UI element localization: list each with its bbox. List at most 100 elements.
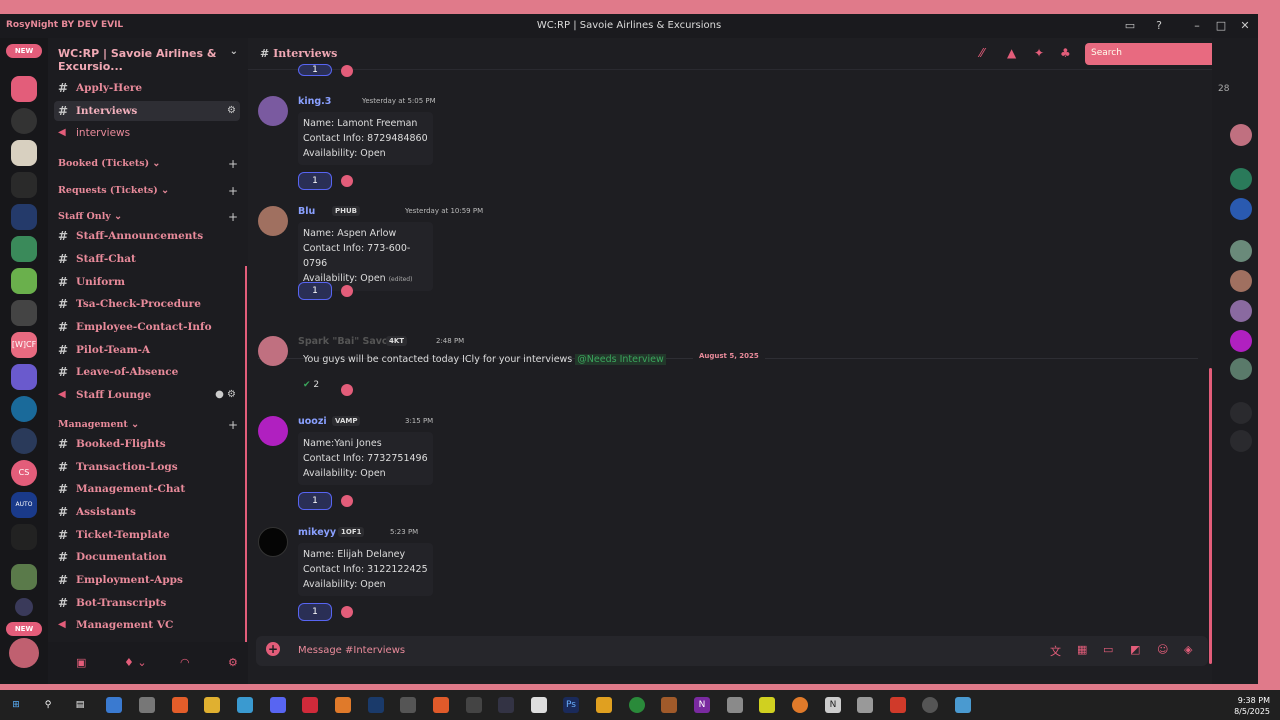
create-channel-icon[interactable]: +	[228, 417, 238, 433]
reaction-badge[interactable]: 1	[298, 64, 332, 76]
channel-assistants[interactable]: # Assistants	[54, 502, 240, 522]
guild-header[interactable]: WC:RP | Savoie Airlines & Excursio... ⌄	[48, 38, 248, 73]
server-icon-auto[interactable]: AUTO	[11, 492, 37, 518]
emoji-icon[interactable]: ☺	[1157, 643, 1168, 656]
server-icon[interactable]	[11, 524, 37, 550]
gift-icon[interactable]: ▦	[1077, 643, 1087, 656]
windows-start-icon[interactable]: ⊞	[8, 697, 24, 713]
reaction-badge[interactable]: 1	[298, 492, 332, 510]
emoji-reaction-icon[interactable]	[341, 175, 353, 187]
channel-bot-transcripts[interactable]: # Bot-Transcripts	[54, 593, 240, 613]
member-avatar[interactable]	[1230, 330, 1252, 352]
emoji-reaction-icon[interactable]	[341, 606, 353, 618]
username[interactable]: mikeyy	[298, 527, 336, 538]
server-icon[interactable]	[11, 364, 37, 390]
app-icon[interactable]	[955, 697, 971, 713]
channel-interviews[interactable]: # Interviews ⚙	[54, 101, 240, 121]
member-avatar[interactable]	[1230, 300, 1252, 322]
user-avatar[interactable]	[9, 638, 39, 668]
create-channel-icon[interactable]: +	[228, 156, 238, 172]
gif-icon[interactable]: ▭	[1103, 643, 1113, 656]
server-icon[interactable]	[11, 396, 37, 422]
inbox-icon[interactable]: ▭	[1122, 18, 1138, 34]
app-icon[interactable]	[335, 697, 351, 713]
app-icon[interactable]	[759, 697, 775, 713]
minimize-button[interactable]: –	[1189, 18, 1205, 34]
photoshop-icon[interactable]: Ps	[563, 697, 579, 713]
server-icon[interactable]	[11, 140, 37, 166]
member-avatar[interactable]	[1230, 198, 1252, 220]
headphones-icon[interactable]: ◠	[180, 656, 190, 669]
member-avatar[interactable]	[1230, 430, 1252, 452]
create-channel-icon[interactable]: +	[228, 209, 238, 225]
bell-icon[interactable]: ▲	[1007, 46, 1016, 60]
channel-ticket-template[interactable]: # Ticket-Template	[54, 525, 240, 545]
sidebar-scrollbar[interactable]	[245, 266, 247, 676]
channel-tsa-check-procedure[interactable]: # Tsa-Check-Procedure	[54, 294, 240, 314]
username[interactable]: Blu	[298, 206, 315, 217]
server-folder[interactable]	[11, 564, 37, 590]
app-icon[interactable]	[596, 697, 612, 713]
channel-settings-icon[interactable]: ⚙	[227, 101, 236, 121]
help-icon[interactable]: ?	[1151, 18, 1167, 34]
category-management[interactable]: Management ⌄ +	[58, 417, 242, 433]
avatar[interactable]	[258, 206, 288, 236]
server-icon[interactable]	[11, 236, 37, 262]
app-icon[interactable]	[922, 697, 938, 713]
emoji-reaction-icon[interactable]	[341, 384, 353, 396]
channel-uniform[interactable]: # Uniform	[54, 272, 240, 292]
server-icon[interactable]	[11, 300, 37, 326]
reaction-badge[interactable]: ✔ 2	[303, 380, 333, 396]
app-icon[interactable]	[857, 697, 873, 713]
member-avatar[interactable]	[1230, 168, 1252, 190]
category-staff-only[interactable]: Staff Only ⌄ +	[58, 209, 242, 225]
apps-icon[interactable]: ◈	[1184, 643, 1192, 656]
avatar[interactable]	[258, 96, 288, 126]
maximize-button[interactable]: □	[1213, 18, 1229, 34]
app-icon[interactable]	[661, 697, 677, 713]
avatar[interactable]	[258, 336, 288, 366]
reaction-badge[interactable]: 1	[298, 172, 332, 190]
category-booked-tickets[interactable]: Booked (Tickets) ⌄ +	[58, 156, 242, 172]
app-icon[interactable]	[498, 697, 514, 713]
avatar[interactable]	[258, 527, 288, 557]
app-icon[interactable]	[400, 697, 416, 713]
create-channel-icon[interactable]: +	[228, 183, 238, 199]
onenote-icon[interactable]: N	[694, 697, 710, 713]
app-icon[interactable]	[629, 697, 645, 713]
app-icon[interactable]	[237, 697, 253, 713]
channel-settings-icon[interactable]: ● ⚙	[215, 385, 236, 405]
message-composer[interactable]: + Message #Interviews 文 ▦ ▭ ◩ ☺ ◈	[256, 636, 1208, 666]
brave-icon[interactable]	[172, 697, 188, 713]
task-view-icon[interactable]: ▤	[72, 697, 88, 713]
members-icon[interactable]: ♣	[1060, 46, 1071, 60]
microphone-icon[interactable]: ♦ ⌄	[124, 656, 147, 669]
username[interactable]: uoozi	[298, 416, 327, 427]
app-icon[interactable]	[139, 697, 155, 713]
member-avatar[interactable]	[1230, 270, 1252, 292]
app-icon[interactable]	[302, 697, 318, 713]
gamepad-icon[interactable]: ▣	[76, 656, 86, 669]
app-icon[interactable]	[531, 697, 547, 713]
translate-icon[interactable]: 文	[1050, 643, 1061, 659]
member-avatar[interactable]	[1230, 124, 1252, 146]
channel-leave-of-absence[interactable]: # Leave-of-Absence	[54, 362, 240, 382]
username[interactable]: Spark "Bai" Savoie	[298, 336, 398, 347]
channel-documentation[interactable]: # Documentation	[54, 547, 240, 567]
server-icon-wcf[interactable]: [W]CF	[11, 332, 37, 358]
search-icon[interactable]: ⚲	[40, 697, 56, 713]
voice-channel-management-vc[interactable]: ◀ Management VC	[54, 615, 240, 635]
app-icon[interactable]: N	[825, 697, 841, 713]
app-icon[interactable]	[433, 697, 449, 713]
pin-icon[interactable]: ✦	[1034, 46, 1044, 60]
file-explorer-icon[interactable]	[204, 697, 220, 713]
channel-staff-chat[interactable]: # Staff-Chat	[54, 249, 240, 269]
app-icon[interactable]	[727, 697, 743, 713]
role-mention[interactable]: @Needs Interview	[575, 354, 666, 365]
system-clock[interactable]: 9:38 PM 8/5/2025	[1234, 695, 1270, 717]
reaction-badge[interactable]: 1	[298, 282, 332, 300]
channel-employee-contact-info[interactable]: # Employee-Contact-Info	[54, 317, 240, 337]
app-icon[interactable]	[792, 697, 808, 713]
server-icon[interactable]	[11, 76, 37, 102]
server-icon[interactable]	[11, 428, 37, 454]
